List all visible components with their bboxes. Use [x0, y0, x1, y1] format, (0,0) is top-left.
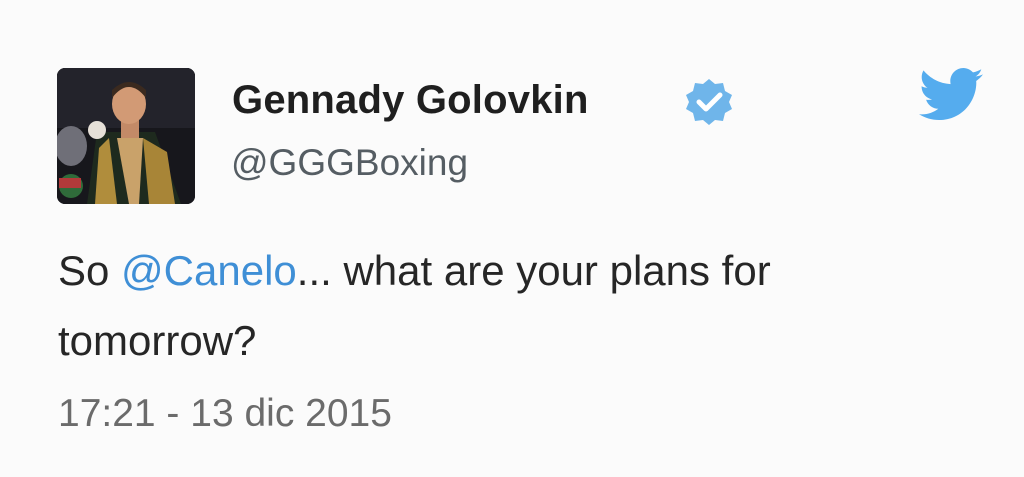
twitter-bird-icon[interactable] [919, 68, 983, 122]
avatar[interactable] [57, 68, 195, 204]
tweet-text: So @Canelo... what are your plans for tom… [58, 236, 988, 376]
tweet-timestamp[interactable]: 17:21 - 13 dic 2015 [58, 392, 392, 436]
tweet-text-prefix: So [58, 247, 122, 294]
tweet-text-line2: tomorrow? [58, 317, 257, 364]
avatar-photo [57, 68, 195, 204]
author-name[interactable]: Gennady Golovkin [232, 78, 589, 123]
author-handle[interactable]: @GGGBoxing [231, 142, 468, 184]
tweet-card: Gennady Golovkin @GGGBoxing So @Canelo..… [0, 0, 1024, 477]
verified-badge-icon [686, 79, 732, 125]
tweet-text-line1: ... what are your plans for [296, 247, 771, 294]
mention-link[interactable]: @Canelo [121, 247, 297, 294]
